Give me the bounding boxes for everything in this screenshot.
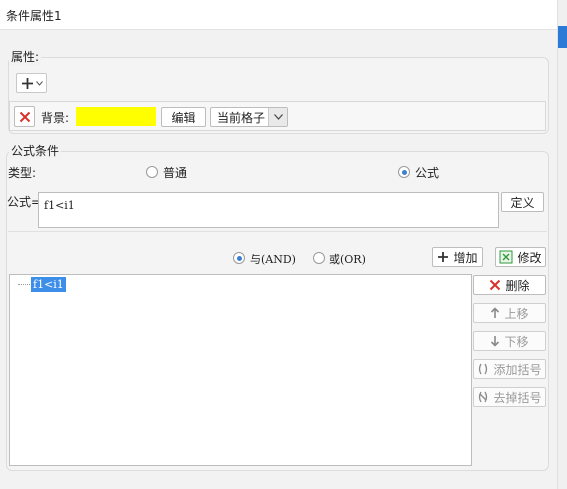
modify-button-label: 修改	[517, 250, 542, 265]
bracket-icon	[477, 363, 489, 375]
delete-attribute-button[interactable]	[14, 106, 35, 127]
formula-label: 公式=	[7, 195, 42, 209]
arrow-down-icon	[490, 335, 500, 347]
plus-icon	[437, 251, 449, 263]
attributes-group-title: 属性:	[9, 48, 42, 65]
add-attribute-button[interactable]	[16, 73, 47, 93]
scrollbar-thumb[interactable]	[558, 26, 567, 48]
logic-radio-or[interactable]	[313, 252, 325, 264]
background-label: 背景:	[41, 111, 70, 125]
add-bracket-button[interactable]: 添加括号	[473, 359, 546, 379]
formula-condition-title: 公式条件	[9, 142, 62, 159]
scope-select-arrow[interactable]	[268, 108, 287, 126]
move-up-label: 上移	[504, 306, 529, 321]
plus-icon	[21, 77, 34, 90]
condition-tree-item[interactable]: f1<i1	[31, 277, 66, 292]
formula-input-value: f1<i1	[44, 199, 75, 212]
move-up-button[interactable]: 上移	[473, 303, 546, 323]
condition-tree[interactable]	[9, 274, 472, 466]
type-formula-label[interactable]: 公式	[415, 164, 439, 181]
move-down-label: 下移	[504, 334, 529, 349]
chevron-down-icon	[35, 80, 43, 86]
x-icon	[489, 279, 501, 291]
remove-bracket-button[interactable]: 去掉括号	[473, 387, 546, 407]
logic-radio-and[interactable]	[233, 252, 245, 264]
remove-bracket-label: 去掉括号	[493, 390, 542, 405]
background-color-swatch[interactable]	[76, 107, 156, 126]
add-button-label: 增加	[453, 250, 478, 265]
type-label: 类型:	[8, 166, 37, 180]
delete-button-label: 删除	[505, 278, 530, 293]
delete-condition-button[interactable]: 删除	[473, 275, 546, 295]
modify-icon	[499, 250, 513, 264]
window-header	[0, 0, 557, 30]
remove-bracket-icon	[477, 391, 489, 403]
tree-connector-line	[18, 284, 30, 285]
logic-and-label[interactable]: 与(AND)	[250, 251, 296, 267]
type-radio-formula[interactable]	[398, 166, 410, 178]
window-title: 条件属性1	[6, 9, 62, 23]
arrow-up-icon	[490, 307, 500, 319]
add-button[interactable]: 增加	[432, 247, 483, 267]
vertical-scrollbar[interactable]	[557, 0, 567, 489]
type-normal-label[interactable]: 普通	[163, 164, 187, 181]
formula-input[interactable]: f1<i1	[38, 192, 499, 228]
section-divider	[8, 231, 547, 232]
define-button[interactable]: 定义	[501, 192, 544, 212]
add-bracket-label: 添加括号	[493, 362, 542, 377]
modify-button[interactable]: 修改	[495, 247, 546, 267]
x-icon	[19, 111, 31, 123]
type-radio-normal[interactable]	[146, 166, 158, 178]
chevron-down-icon	[273, 114, 283, 120]
move-down-button[interactable]: 下移	[473, 331, 546, 351]
scope-select-value: 当前格子	[217, 110, 266, 125]
logic-or-label[interactable]: 或(OR)	[329, 251, 366, 267]
edit-button[interactable]: 编辑	[161, 107, 206, 127]
